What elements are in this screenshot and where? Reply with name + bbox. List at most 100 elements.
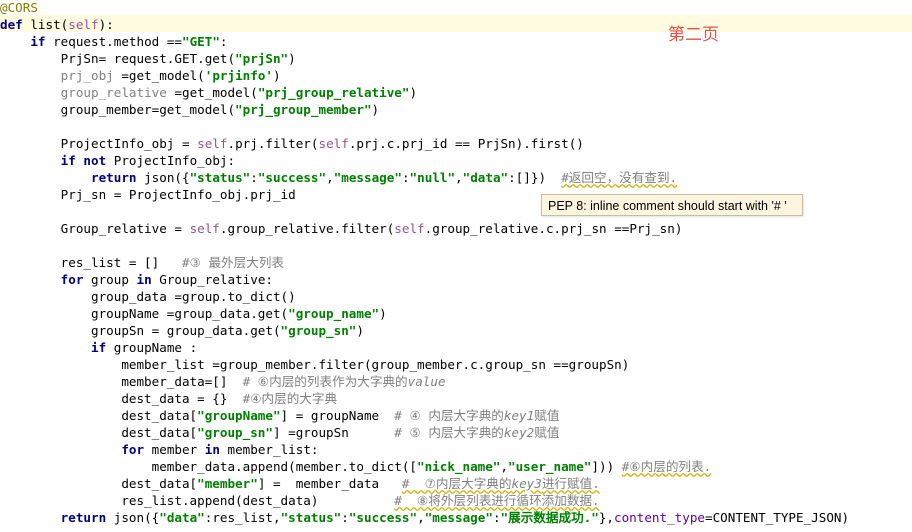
code-line[interactable]: dest_data["member"] = member_data # ⑦内层大… bbox=[0, 475, 600, 492]
code-token: # ⑧将外层列表进行循环添加数据. bbox=[394, 493, 600, 508]
code-token: 赋值 bbox=[534, 408, 560, 423]
code-token: key3 bbox=[511, 476, 542, 491]
code-token: dest_data = {} bbox=[0, 391, 243, 406]
code-token: groupName =group_data.get( bbox=[0, 306, 289, 321]
code-token: "prj_group_member" bbox=[235, 102, 372, 117]
code-token: ): bbox=[98, 17, 114, 32]
code-token: ] = member_data bbox=[257, 476, 402, 491]
code-token: ] =groupSn bbox=[272, 425, 395, 440]
code-line[interactable]: dest_data = {} #④内层的大字典 bbox=[0, 390, 337, 407]
code-token: #③ 最外层大列表 bbox=[181, 255, 285, 270]
code-line[interactable]: if not ProjectInfo_obj: bbox=[0, 152, 235, 169]
code-line[interactable]: member_list =group_member.filter(group_m… bbox=[0, 356, 629, 373]
code-token: "status" bbox=[280, 510, 342, 525]
code-token: ) bbox=[356, 323, 364, 338]
code-token: in bbox=[136, 272, 160, 287]
code-token: group bbox=[91, 272, 137, 287]
code-line[interactable]: dest_data["groupName"] = groupName # ④ 内… bbox=[0, 407, 559, 424]
code-editor[interactable]: @CORS def list(self): if request.method =… bbox=[0, 0, 912, 532]
code-line[interactable]: if request.method =="GET": bbox=[0, 33, 227, 50]
code-token: if not bbox=[60, 153, 114, 168]
code-line[interactable]: ProjectInfo_obj = self.prj.filter(self.p… bbox=[0, 135, 584, 152]
code-token: Group_relative = bbox=[0, 221, 190, 236]
code-token: self bbox=[68, 17, 99, 32]
code-token: "prj_group_relative" bbox=[257, 85, 410, 100]
code-token: ) bbox=[288, 51, 296, 66]
code-token: ) bbox=[409, 85, 418, 100]
code-token: : bbox=[341, 510, 349, 525]
code-line[interactable]: groupName =group_data.get("group_name") bbox=[0, 305, 387, 322]
code-token: "user_name" bbox=[508, 459, 592, 474]
code-token: member_data.append(member.to_dict([ bbox=[0, 459, 418, 474]
code-line[interactable]: res_list = [] #③ 最外层大列表 bbox=[0, 254, 284, 271]
code-token: , bbox=[500, 459, 509, 474]
code-line[interactable]: groupSn = group_data.get("group_sn") bbox=[0, 322, 364, 339]
code-token: group_data =group.to_dict() bbox=[0, 289, 296, 304]
code-token: for bbox=[121, 442, 152, 457]
code-token: json({ bbox=[144, 170, 190, 185]
code-token: "group_sn" bbox=[197, 425, 273, 440]
code-line[interactable]: if groupName : bbox=[0, 339, 197, 356]
code-line[interactable]: for group in Group_relative: bbox=[0, 271, 273, 288]
code-token: 赋值 bbox=[534, 425, 560, 440]
code-token: dest_data[ bbox=[0, 408, 198, 423]
code-token: member_data=[] bbox=[0, 374, 243, 389]
code-line[interactable]: def list(self): bbox=[0, 16, 114, 33]
code-token: 进行赋值. bbox=[541, 476, 600, 491]
code-token: , bbox=[455, 170, 463, 185]
code-line[interactable]: member_data.append(member.to_dict(["nick… bbox=[0, 458, 712, 475]
code-token: res_list = [] bbox=[0, 255, 182, 270]
code-line[interactable]: prj_obj =get_model('prjinfo') bbox=[0, 67, 281, 84]
code-token: group_member=get_model( bbox=[0, 102, 236, 117]
code-token: @CORS bbox=[0, 0, 38, 15]
code-token: .group_relative.c.prj_sn ==Prj_sn) bbox=[424, 221, 683, 236]
code-token: groupName : bbox=[113, 340, 198, 355]
code-token: ProjectInfo_obj: bbox=[113, 153, 236, 168]
code-line[interactable]: Group_relative = self.group_relative.fil… bbox=[0, 220, 683, 237]
page-label: 第二页 bbox=[668, 25, 719, 45]
code-token: 'prjinfo' bbox=[204, 68, 273, 83]
code-token: value bbox=[407, 374, 446, 389]
code-token: "nick_name" bbox=[417, 459, 501, 474]
code-token: def bbox=[0, 17, 31, 32]
code-token: ) bbox=[379, 306, 387, 321]
code-token: ) bbox=[273, 68, 281, 83]
code-token: "group_name" bbox=[288, 306, 380, 321]
code-token: "success" bbox=[348, 510, 418, 525]
code-token: member bbox=[151, 442, 205, 457]
code-token: .prj.filter( bbox=[227, 136, 319, 151]
code-token: Group_relative: bbox=[159, 272, 273, 287]
code-line[interactable]: PrjSn= request.GET.get("prjSn") bbox=[0, 50, 296, 67]
code-line[interactable]: Prj_sn = ProjectInfo_obj.prj_id bbox=[0, 186, 296, 203]
code-line[interactable]: for member in member_list: bbox=[0, 441, 318, 458]
code-token: "data" bbox=[159, 510, 205, 525]
code-token: ProjectInfo_obj = bbox=[0, 136, 198, 151]
code-line[interactable]: group_relative =get_model("prj_group_rel… bbox=[0, 84, 417, 101]
code-token: "展示数据成功." bbox=[500, 510, 599, 525]
code-token: "group_sn" bbox=[280, 323, 357, 338]
code-line[interactable]: res_list.append(dest_data) # ⑧将外层列表进行循环添… bbox=[0, 492, 600, 509]
code-token: "groupName" bbox=[197, 408, 281, 423]
code-line[interactable]: group_member=get_model("prj_group_member… bbox=[0, 101, 379, 118]
code-line[interactable]: return json({"status":"success","message… bbox=[0, 169, 677, 186]
code-line[interactable]: @CORS bbox=[0, 0, 38, 16]
code-token: : bbox=[250, 170, 258, 185]
code-token: "GET" bbox=[182, 34, 220, 49]
code-token: self bbox=[189, 221, 220, 236]
code-line[interactable]: group_data =group.to_dict() bbox=[0, 288, 296, 305]
code-token: # ⑤ 内层大字典的 bbox=[394, 425, 504, 440]
inspection-tooltip: PEP 8: inline comment should start with … bbox=[541, 194, 803, 216]
code-token: =get_model( bbox=[166, 85, 258, 100]
code-token: ] = groupName bbox=[280, 408, 395, 423]
code-token: return bbox=[60, 510, 114, 525]
code-line[interactable]: dest_data["group_sn"] =groupSn # ⑤ 内层大字典… bbox=[0, 424, 559, 441]
code-line[interactable]: return json({"data":res_list,"status":"s… bbox=[0, 509, 849, 526]
code-line[interactable]: member_data=[] # ⑥内层的列表作为大字典的value bbox=[0, 373, 446, 390]
code-token: .prj.c.prj_id == PrjSn).first() bbox=[348, 136, 584, 151]
code-token: key1 bbox=[503, 408, 535, 423]
